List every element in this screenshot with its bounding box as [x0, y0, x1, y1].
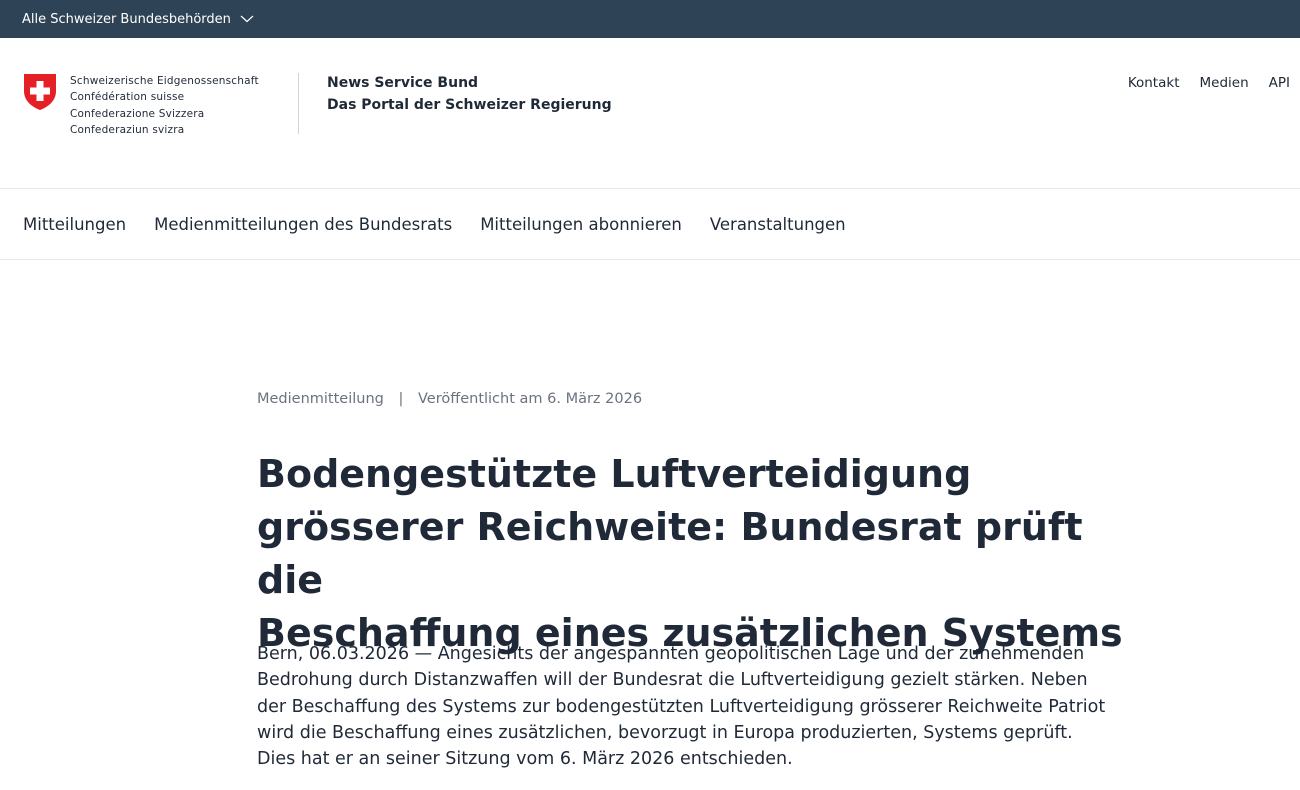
federation-name-fr: Confédération suisse: [70, 91, 185, 104]
service-link-kontakt[interactable]: Kontakt: [1128, 75, 1180, 91]
header-divider: [298, 73, 299, 134]
federation-name-de: Schweizerische Eidgenossenschaft: [70, 75, 259, 87]
portal-subtitle: Das Portal der Schweizer Regierung: [327, 97, 612, 113]
top-bar: Alle Schweizer Bundesbehörden: [0, 0, 1300, 38]
federation-name-rm: Confederaziun svizra: [70, 123, 185, 136]
nav-item-veranstaltungen[interactable]: Veranstaltungen: [710, 215, 846, 234]
chevron-down-icon: [240, 15, 254, 23]
main-navigation: Mitteilungen Medienmitteilungen des Bund…: [0, 190, 1300, 260]
article-title-line: grösserer Reichweite: Bundesrat prüft di…: [257, 505, 1083, 602]
portal-title[interactable]: News Service Bund Das Portal der Schweiz…: [327, 72, 612, 116]
article-title-line: Bodengestützte Luftverteidigung: [257, 452, 972, 496]
nav-item-medienmitteilungen-bundesrat[interactable]: Medienmitteilungen des Bundesrats: [154, 215, 452, 234]
swiss-coat-of-arms-icon[interactable]: [22, 72, 58, 111]
all-authorities-label: Alle Schweizer Bundesbehörden: [22, 11, 231, 27]
nav-item-mitteilungen-abonnieren[interactable]: Mitteilungen abonnieren: [480, 215, 682, 234]
article-lead-line: Bern, 06.03.2026 — Angesichts der angesp…: [257, 644, 1085, 664]
article-title: Bodengestützte Luftverteidigung grössere…: [257, 448, 1157, 660]
article-published-date: Veröffentlicht am 6. März 2026: [417, 391, 643, 407]
article-lead-line: Bedrohung durch Distanzwaffen will der B…: [257, 670, 1088, 691]
site-header: Schweizerische Eidgenossenschaft Confédé…: [0, 38, 1300, 189]
meta-separator: |: [398, 391, 404, 407]
service-navigation: Kontakt Medien API: [1108, 75, 1290, 91]
article-meta: Medienmitteilung | Veröffentlicht am 6. …: [257, 391, 642, 407]
all-authorities-dropdown[interactable]: Alle Schweizer Bundesbehörden: [22, 12, 254, 27]
nav-item-mitteilungen[interactable]: Mitteilungen: [23, 215, 126, 234]
service-link-api[interactable]: API: [1269, 75, 1290, 91]
article-lead-line: der Beschaffung des Systems zur bodenges…: [257, 696, 1106, 717]
service-link-medien[interactable]: Medien: [1200, 75, 1249, 91]
federation-name-it: Confederazione Svizzera: [70, 107, 205, 120]
article-lead-line: wird die Beschaffung eines zusätzlichen,…: [257, 722, 1073, 743]
federation-names: Schweizerische Eidgenossenschaft Confédé…: [70, 73, 259, 138]
article-type: Medienmitteilung: [257, 391, 384, 407]
portal-name: News Service Bund: [327, 75, 479, 91]
article-lead-line: Dies hat er an seiner Sitzung vom 6. Mär…: [257, 749, 793, 770]
article-lead: Bern, 06.03.2026 — Angesichts der angesp…: [257, 641, 1147, 772]
